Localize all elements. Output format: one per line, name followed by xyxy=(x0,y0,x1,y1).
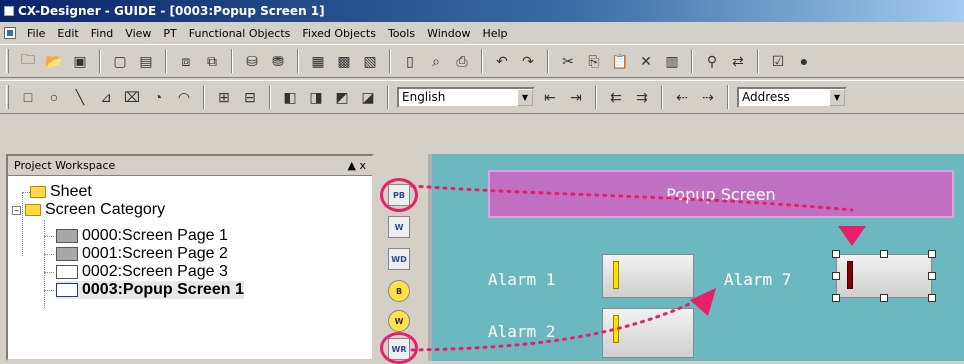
annotation-overlay xyxy=(410,184,866,352)
arrowhead-icon xyxy=(838,226,866,246)
arrowhead-icon xyxy=(690,288,716,316)
dotted-arrow-path xyxy=(410,184,854,212)
dotted-arrow-path xyxy=(410,294,708,352)
